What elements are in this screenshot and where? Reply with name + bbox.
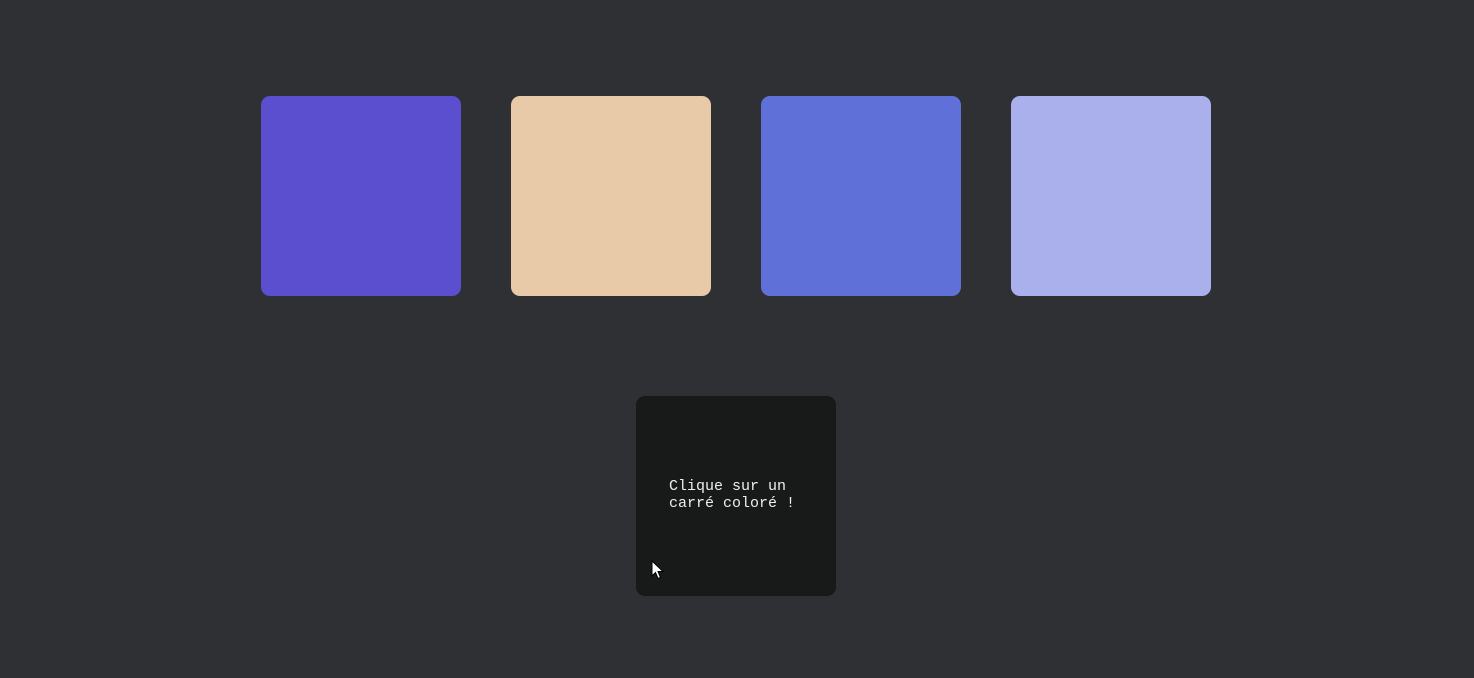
color-swatch-2[interactable]: [511, 96, 711, 296]
color-swatch-3[interactable]: [761, 96, 961, 296]
color-swatch-1[interactable]: [261, 96, 461, 296]
color-display-box: Clique sur un carré coloré !: [636, 396, 836, 596]
instruction-text: Clique sur un carré coloré !: [669, 478, 796, 512]
color-swatch-row: [261, 96, 1211, 296]
color-swatch-4[interactable]: [1011, 96, 1211, 296]
mouse-pointer-icon: [651, 560, 665, 580]
